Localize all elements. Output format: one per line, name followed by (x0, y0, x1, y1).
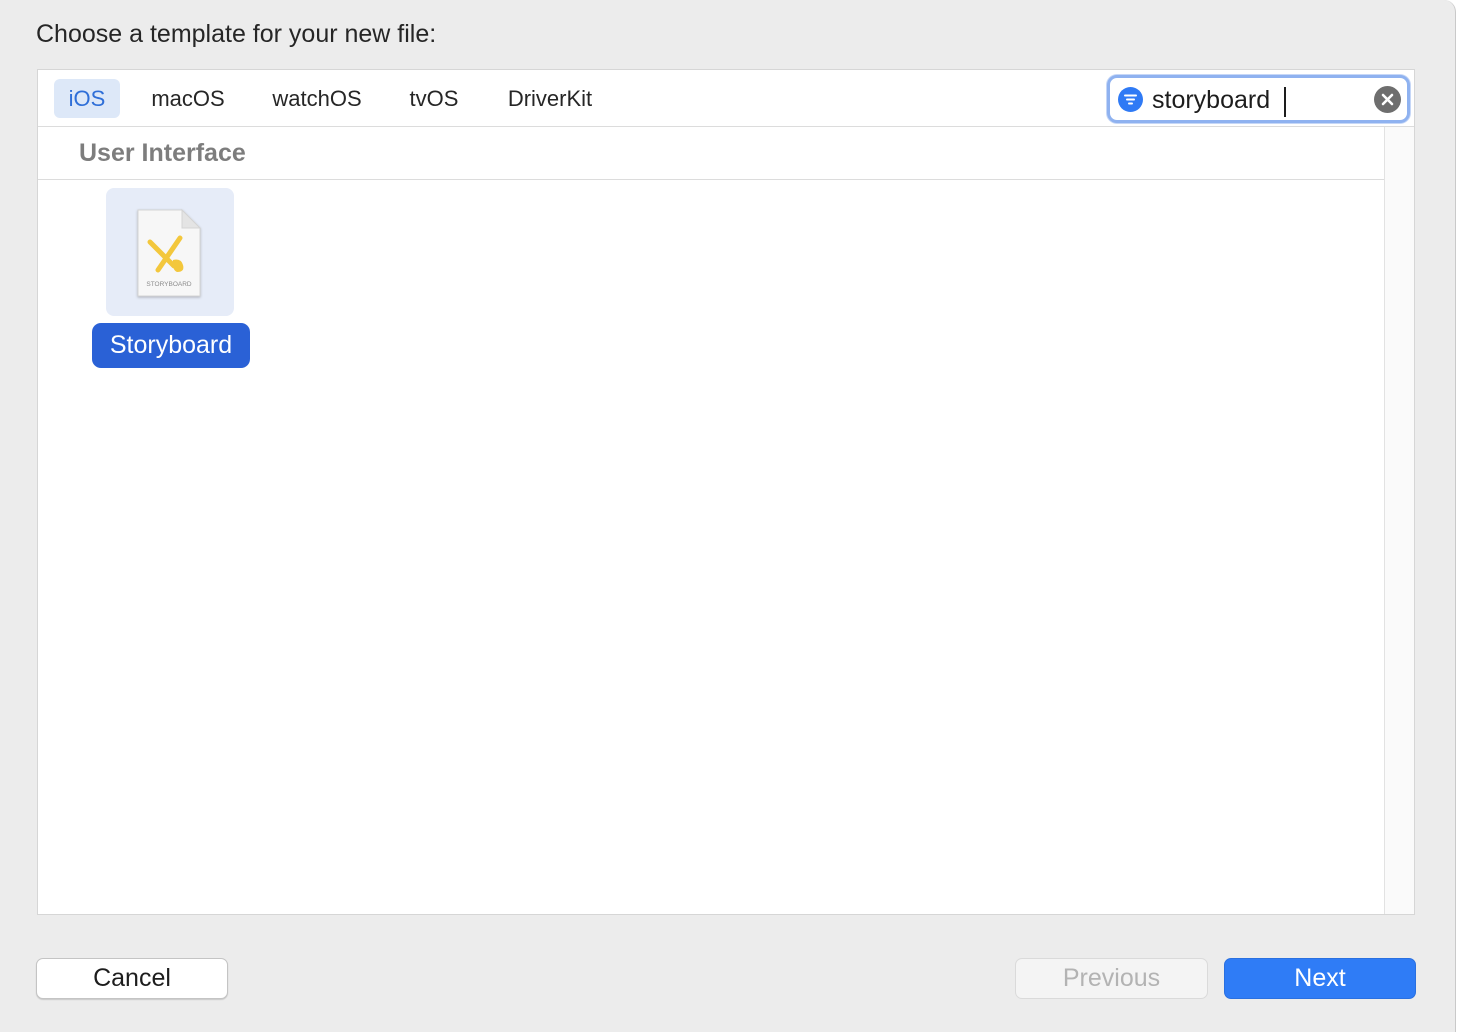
template-panel: iOS macOS watchOS tvOS DriverKit storybo… (37, 69, 1415, 915)
cancel-button[interactable]: Cancel (36, 958, 228, 999)
tab-ios[interactable]: iOS (54, 79, 120, 118)
tab-macos[interactable]: macOS (140, 79, 236, 118)
text-caret (1284, 87, 1286, 117)
clear-icon[interactable] (1374, 86, 1401, 113)
tab-driverkit[interactable]: DriverKit (494, 79, 606, 118)
template-storyboard-label[interactable]: Storyboard (92, 323, 250, 368)
platform-tab-bar: iOS macOS watchOS tvOS DriverKit (38, 70, 1414, 127)
vertical-scrollbar[interactable] (1384, 127, 1414, 914)
storyboard-file-icon: STORYBOARD (137, 208, 202, 297)
filter-icon[interactable] (1118, 87, 1143, 112)
new-file-dialog: Choose a template for your new file: iOS… (0, 0, 1456, 1032)
dialog-title: Choose a template for your new file: (36, 20, 437, 48)
tab-tvos[interactable]: tvOS (398, 79, 470, 118)
section-header: User Interface (38, 127, 1384, 180)
section-title: User Interface (79, 139, 246, 167)
search-input[interactable] (1152, 84, 1362, 116)
previous-button[interactable]: Previous (1015, 958, 1208, 999)
template-storyboard-tile[interactable]: STORYBOARD (106, 188, 234, 316)
tab-watchos[interactable]: watchOS (260, 79, 374, 118)
storyboard-icon-caption: STORYBOARD (146, 281, 192, 288)
next-button[interactable]: Next (1224, 958, 1416, 999)
search-field[interactable] (1107, 75, 1410, 123)
